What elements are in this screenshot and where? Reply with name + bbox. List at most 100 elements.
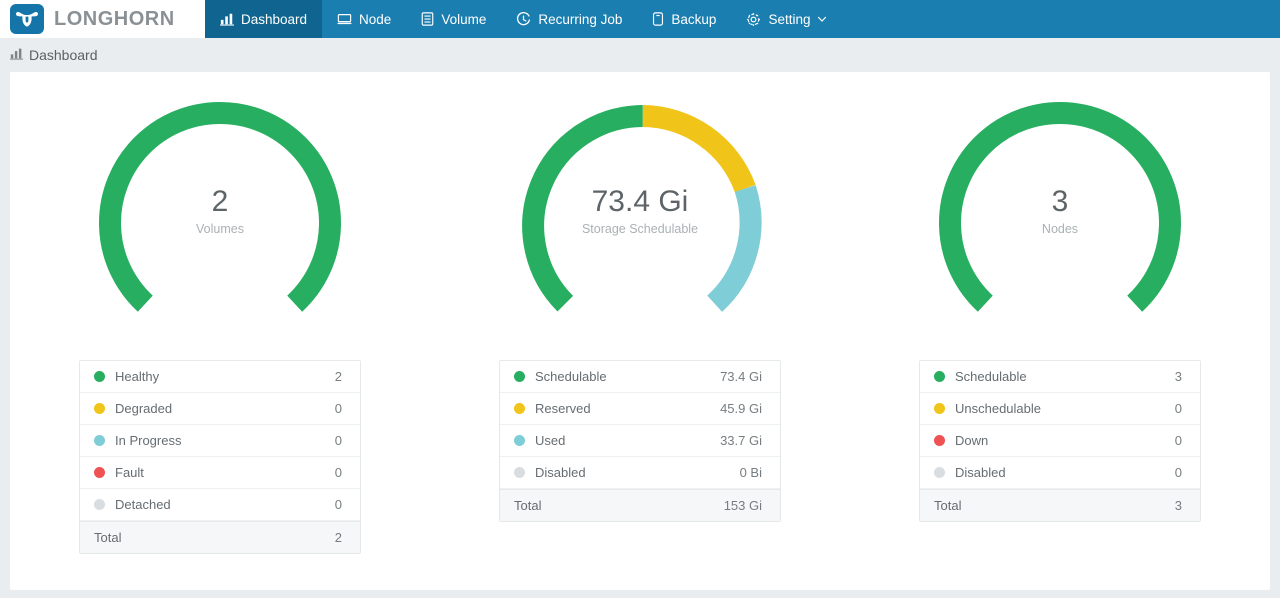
- gauge-storage: 73.4 Gi Storage Schedulable: [504, 90, 776, 340]
- legend-label: Unschedulable: [955, 401, 1042, 416]
- status-dot-unschedulable: [934, 403, 945, 414]
- legend-row[interactable]: Detached 0: [80, 489, 360, 521]
- legend-label: Reserved: [535, 401, 591, 416]
- brand-logo-area[interactable]: LONGHORN: [0, 0, 205, 38]
- legend-value: 0: [1174, 401, 1182, 416]
- server-rack-icon: [337, 12, 352, 26]
- nav-label: Setting: [768, 11, 811, 27]
- legend-label: Used: [535, 433, 566, 448]
- gear-icon: [746, 12, 761, 27]
- nav-item-recurring-job[interactable]: Recurring Job: [501, 0, 637, 38]
- nav-item-dashboard[interactable]: Dashboard: [205, 0, 323, 38]
- status-dot-used: [514, 435, 525, 446]
- legend-row[interactable]: Disabled 0 Bi: [500, 457, 780, 489]
- dashboard-card: 2 Volumes Healthy 2 Degraded 0 In Progre…: [10, 72, 1270, 590]
- legend-row[interactable]: Fault 0: [80, 457, 360, 489]
- status-dot-schedulable: [514, 371, 525, 382]
- nav-label: Recurring Job: [538, 11, 623, 27]
- legend-total-value: 3: [1174, 498, 1182, 513]
- legend-row-total: Total 2: [80, 521, 360, 553]
- gauge-volumes: 2 Volumes: [84, 90, 356, 340]
- nav-item-volume[interactable]: Volume: [406, 0, 501, 38]
- legend-row-total: Total 3: [920, 489, 1200, 521]
- status-dot-detached: [94, 499, 105, 510]
- status-dot-degraded: [94, 403, 105, 414]
- legend-total-value: 153 Gi: [723, 498, 762, 513]
- legend-label: Fault: [115, 465, 144, 480]
- legend-label: Schedulable: [535, 369, 607, 384]
- legend-nodes: Schedulable 3 Unschedulable 0 Down 0 Dis…: [919, 360, 1201, 522]
- legend-storage: Schedulable 73.4 Gi Reserved 45.9 Gi Use…: [499, 360, 781, 522]
- legend-label: Schedulable: [955, 369, 1027, 384]
- chart-bar-icon: [10, 47, 23, 63]
- nav-label: Backup: [671, 11, 717, 27]
- legend-label: Healthy: [115, 369, 160, 384]
- legend-total-value: 2: [334, 530, 342, 545]
- status-dot-in-progress: [94, 435, 105, 446]
- chevron-down-icon: [817, 14, 827, 24]
- gauge-value: 73.4 Gi: [591, 185, 689, 218]
- legend-label: Disabled: [535, 465, 586, 480]
- legend-volumes: Healthy 2 Degraded 0 In Progress 0 Fault…: [79, 360, 361, 554]
- nav-items: Dashboard Node Volume Recurring Job Back…: [205, 0, 842, 38]
- breadcrumb-label: Dashboard: [29, 47, 98, 63]
- legend-row[interactable]: Disabled 0: [920, 457, 1200, 489]
- top-navbar: LONGHORN Dashboard Node Volume Recurring…: [0, 0, 1280, 38]
- gauge-center-text: 73.4 Gi Storage Schedulable: [504, 185, 776, 236]
- database-icon: [421, 12, 434, 26]
- status-dot-healthy: [94, 371, 105, 382]
- archive-box-icon: [652, 12, 664, 26]
- nav-label: Node: [359, 11, 392, 27]
- longhorn-bull-icon: [10, 4, 44, 34]
- legend-row[interactable]: Degraded 0: [80, 393, 360, 425]
- legend-row-total: Total 153 Gi: [500, 489, 780, 521]
- status-dot-fault: [94, 467, 105, 478]
- gauge-center-text: 3 Nodes: [924, 185, 1196, 236]
- legend-row[interactable]: Schedulable 73.4 Gi: [500, 361, 780, 393]
- legend-row[interactable]: Schedulable 3: [920, 361, 1200, 393]
- gauge-nodes: 3 Nodes: [924, 90, 1196, 340]
- breadcrumb: Dashboard: [0, 38, 1280, 72]
- status-dot-disabled: [514, 467, 525, 478]
- gauge-label: Volumes: [196, 222, 244, 236]
- legend-row[interactable]: Down 0: [920, 425, 1200, 457]
- legend-row[interactable]: Unschedulable 0: [920, 393, 1200, 425]
- legend-total-label: Total: [94, 530, 122, 545]
- nav-label: Dashboard: [241, 11, 308, 27]
- legend-total-label: Total: [514, 498, 542, 513]
- legend-value: 0: [334, 497, 342, 512]
- legend-value: 2: [334, 369, 342, 384]
- clock-icon: [516, 11, 531, 27]
- legend-total-label: Total: [934, 498, 962, 513]
- legend-value: 0 Bi: [739, 465, 762, 480]
- legend-row[interactable]: In Progress 0: [80, 425, 360, 457]
- legend-label: Disabled: [955, 465, 1006, 480]
- gauge-value: 2: [211, 185, 229, 218]
- status-dot-disabled: [934, 467, 945, 478]
- legend-value: 0: [1174, 433, 1182, 448]
- legend-row[interactable]: Healthy 2: [80, 361, 360, 393]
- legend-label: Degraded: [115, 401, 173, 416]
- legend-row[interactable]: Used 33.7 Gi: [500, 425, 780, 457]
- legend-row[interactable]: Reserved 45.9 Gi: [500, 393, 780, 425]
- legend-value: 0: [1174, 465, 1182, 480]
- legend-value: 73.4 Gi: [720, 369, 762, 384]
- legend-value: 0: [334, 465, 342, 480]
- status-dot-down: [934, 435, 945, 446]
- legend-value: 33.7 Gi: [720, 433, 762, 448]
- brand-name: LONGHORN: [54, 7, 175, 30]
- gauge-value: 3: [1051, 185, 1069, 218]
- nav-label: Volume: [441, 11, 487, 27]
- status-dot-schedulable: [934, 371, 945, 382]
- nav-item-backup[interactable]: Backup: [637, 0, 731, 38]
- panel-storage: 73.4 Gi Storage Schedulable Schedulable …: [430, 82, 850, 590]
- nav-item-node[interactable]: Node: [322, 0, 406, 38]
- legend-value: 3: [1174, 369, 1182, 384]
- legend-value: 0: [334, 433, 342, 448]
- panel-nodes: 3 Nodes Schedulable 3 Unschedulable 0 Do…: [850, 82, 1270, 590]
- legend-value: 0: [334, 401, 342, 416]
- chart-bar-icon: [220, 12, 234, 26]
- nav-item-setting[interactable]: Setting: [731, 0, 842, 38]
- gauge-label: Storage Schedulable: [581, 222, 699, 236]
- status-dot-reserved: [514, 403, 525, 414]
